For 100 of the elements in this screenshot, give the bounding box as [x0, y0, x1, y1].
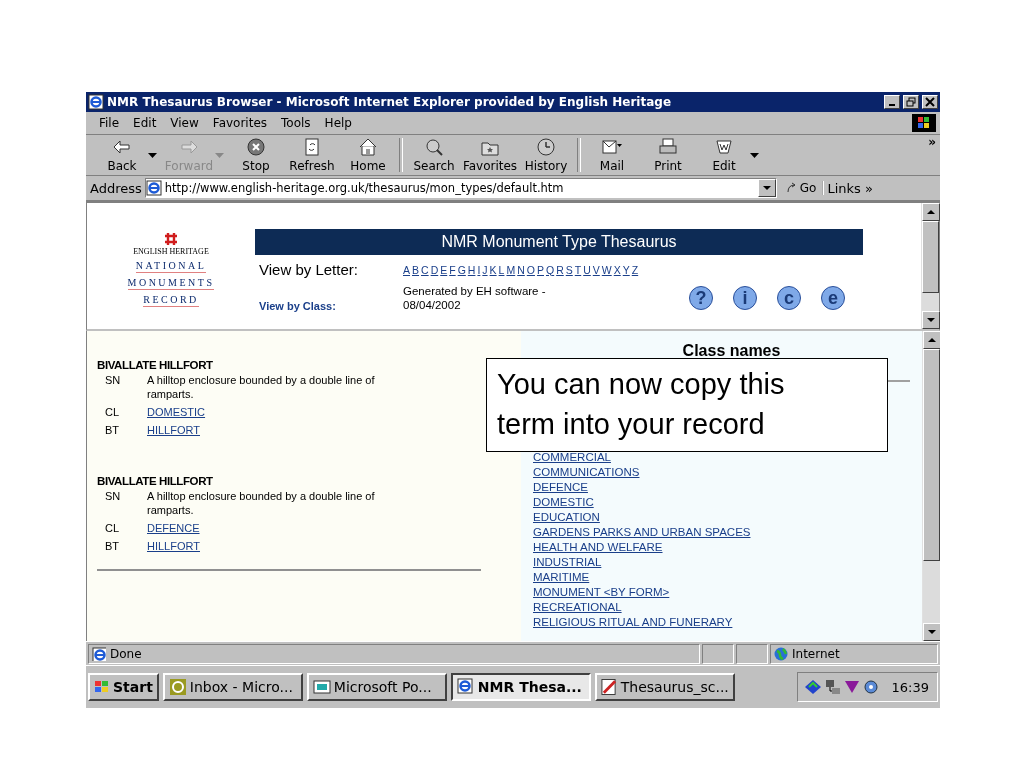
letter-link[interactable]: N	[517, 263, 525, 276]
letter-link[interactable]: F	[449, 263, 456, 276]
caret-icon[interactable]	[750, 152, 759, 158]
class-link[interactable]: HEALTH AND WELFARE	[533, 540, 663, 555]
toolbar-button[interactable]: Search	[406, 137, 462, 173]
toolbar-button[interactable]: Edit	[696, 137, 752, 173]
toolbar-button[interactable]: Home	[340, 137, 396, 173]
menu-item[interactable]: Tools	[274, 116, 318, 130]
letter-link[interactable]: M	[506, 263, 516, 276]
generated-note: Generated by EH software - 08/04/2002	[403, 284, 547, 312]
class-link[interactable]: RECREATIONAL	[533, 600, 622, 615]
letter-link[interactable]: V	[592, 263, 600, 276]
help-button[interactable]: ?	[689, 286, 713, 310]
logo-text: RECORD	[143, 292, 199, 307]
logo-text: MONUMENTS	[127, 275, 215, 290]
globe-icon	[774, 646, 788, 661]
letter-link[interactable]: D	[430, 263, 439, 276]
class-link[interactable]: COMMUNICATIONS	[533, 465, 640, 480]
envelope-icon	[601, 137, 623, 157]
letter-link[interactable]: R	[556, 263, 564, 276]
letter-link[interactable]: B	[412, 263, 420, 276]
more-button[interactable]: »	[928, 135, 936, 149]
class-link[interactable]: MARITIME	[533, 570, 590, 585]
scroll-down-button[interactable]	[923, 623, 940, 641]
letter-link[interactable]: K	[489, 263, 497, 276]
help-button[interactable]: c	[777, 286, 801, 310]
letter-link[interactable]: G	[457, 263, 466, 276]
go-button[interactable]: Go	[779, 181, 825, 195]
close-button[interactable]	[922, 95, 938, 109]
class-link[interactable]: MONUMENT <BY FORM>	[533, 585, 670, 600]
restore-button[interactable]	[903, 95, 919, 109]
funnel-icon[interactable]	[843, 679, 860, 695]
help-button[interactable]: e	[821, 286, 845, 310]
letter-link[interactable]: S	[565, 263, 573, 276]
letter-link[interactable]: P	[536, 263, 544, 276]
computer-icon[interactable]	[824, 679, 841, 695]
toolbar-button[interactable]: Stop	[228, 137, 284, 173]
term-link[interactable]: HILLFORT	[147, 539, 200, 553]
scroll-up-button[interactable]	[923, 331, 940, 349]
letter-link[interactable]: C	[421, 263, 429, 276]
letter-link[interactable]: Q	[546, 263, 555, 276]
menu-item[interactable]: Edit	[126, 116, 164, 130]
dropdown-button[interactable]	[757, 179, 776, 197]
term-link[interactable]: DEFENCE	[147, 521, 200, 535]
links-button[interactable]: Links »	[827, 180, 873, 196]
class-link[interactable]: EDUCATION	[533, 510, 600, 525]
scroll-thumb[interactable]	[922, 221, 939, 293]
toolbar-button[interactable]: Print	[640, 137, 696, 173]
letter-link[interactable]: L	[498, 263, 505, 276]
status-pane	[736, 643, 768, 664]
scroll-up-button[interactable]	[922, 203, 940, 221]
close-icon	[925, 97, 935, 107]
class-link[interactable]: COMMERCIAL	[533, 450, 611, 465]
letter-link[interactable]: J	[482, 263, 488, 276]
letter-link[interactable]: Y	[622, 263, 630, 276]
letter-link[interactable]: Z	[631, 263, 639, 276]
scrollbar[interactable]	[922, 331, 940, 641]
menu-item[interactable]: View	[163, 116, 206, 130]
toolbar-button[interactable]: History	[518, 137, 574, 173]
scroll-down-button[interactable]	[922, 311, 940, 329]
letter-link[interactable]: H	[467, 263, 476, 276]
taskbar-button[interactable]: Microsoft Po...	[306, 673, 447, 701]
class-link[interactable]: DEFENCE	[533, 480, 588, 495]
term-link[interactable]: HILLFORT	[147, 423, 200, 437]
letter-link[interactable]: I	[477, 263, 481, 276]
letter-link[interactable]: T	[574, 263, 582, 276]
taskbar-button[interactable]: NMR Thesa...	[450, 673, 591, 701]
scope-note: A hilltop enclosure bounded by a double line of ramparts.	[147, 489, 376, 517]
address-field[interactable]: http://www.english-heritage.org.uk/thesaurus/mon_types/default.htm	[144, 178, 777, 198]
start-button[interactable]: Start	[88, 673, 159, 701]
taskbar-button[interactable]: Inbox - Micro...	[162, 673, 303, 701]
toolbar-button[interactable]: Back	[94, 137, 150, 173]
letter-link[interactable]: X	[613, 263, 621, 276]
class-link[interactable]: GARDENS PARKS AND URBAN SPACES	[533, 525, 751, 540]
class-link[interactable]: DOMESTIC	[533, 495, 594, 510]
letter-link[interactable]: W	[601, 263, 612, 276]
minimize-button[interactable]	[884, 95, 900, 109]
letter-link[interactable]: O	[526, 263, 535, 276]
letter-link[interactable]: U	[583, 263, 591, 276]
caret-icon[interactable]	[148, 152, 157, 158]
view-by-class-link[interactable]: View by Class:	[255, 300, 403, 312]
toolbar-button[interactable]: Favorites	[462, 137, 518, 173]
class-link[interactable]: INDUSTRIAL	[533, 555, 602, 570]
taskbar-button[interactable]: Thesaurus_sc...	[594, 673, 735, 701]
logo-text: NATIONAL	[135, 258, 207, 273]
field-code: SN	[104, 489, 122, 504]
page-icon	[145, 180, 162, 196]
help-button[interactable]: i	[733, 286, 757, 310]
toolbar-button[interactable]: Mail	[584, 137, 640, 173]
menu-item[interactable]: Help	[317, 116, 359, 130]
letter-link[interactable]: E	[440, 263, 448, 276]
term-link[interactable]: DOMESTIC	[147, 405, 206, 419]
toolbar-button[interactable]: Refresh	[284, 137, 340, 173]
network-icon[interactable]	[803, 679, 822, 695]
scrollbar[interactable]	[921, 203, 939, 329]
scroll-thumb[interactable]	[923, 349, 940, 561]
class-link[interactable]: RELIGIOUS RITUAL AND FUNERARY	[533, 615, 733, 630]
letter-link[interactable]: A	[403, 263, 410, 276]
menu-item[interactable]: File	[92, 116, 127, 130]
menu-item[interactable]: Favorites	[205, 116, 275, 130]
